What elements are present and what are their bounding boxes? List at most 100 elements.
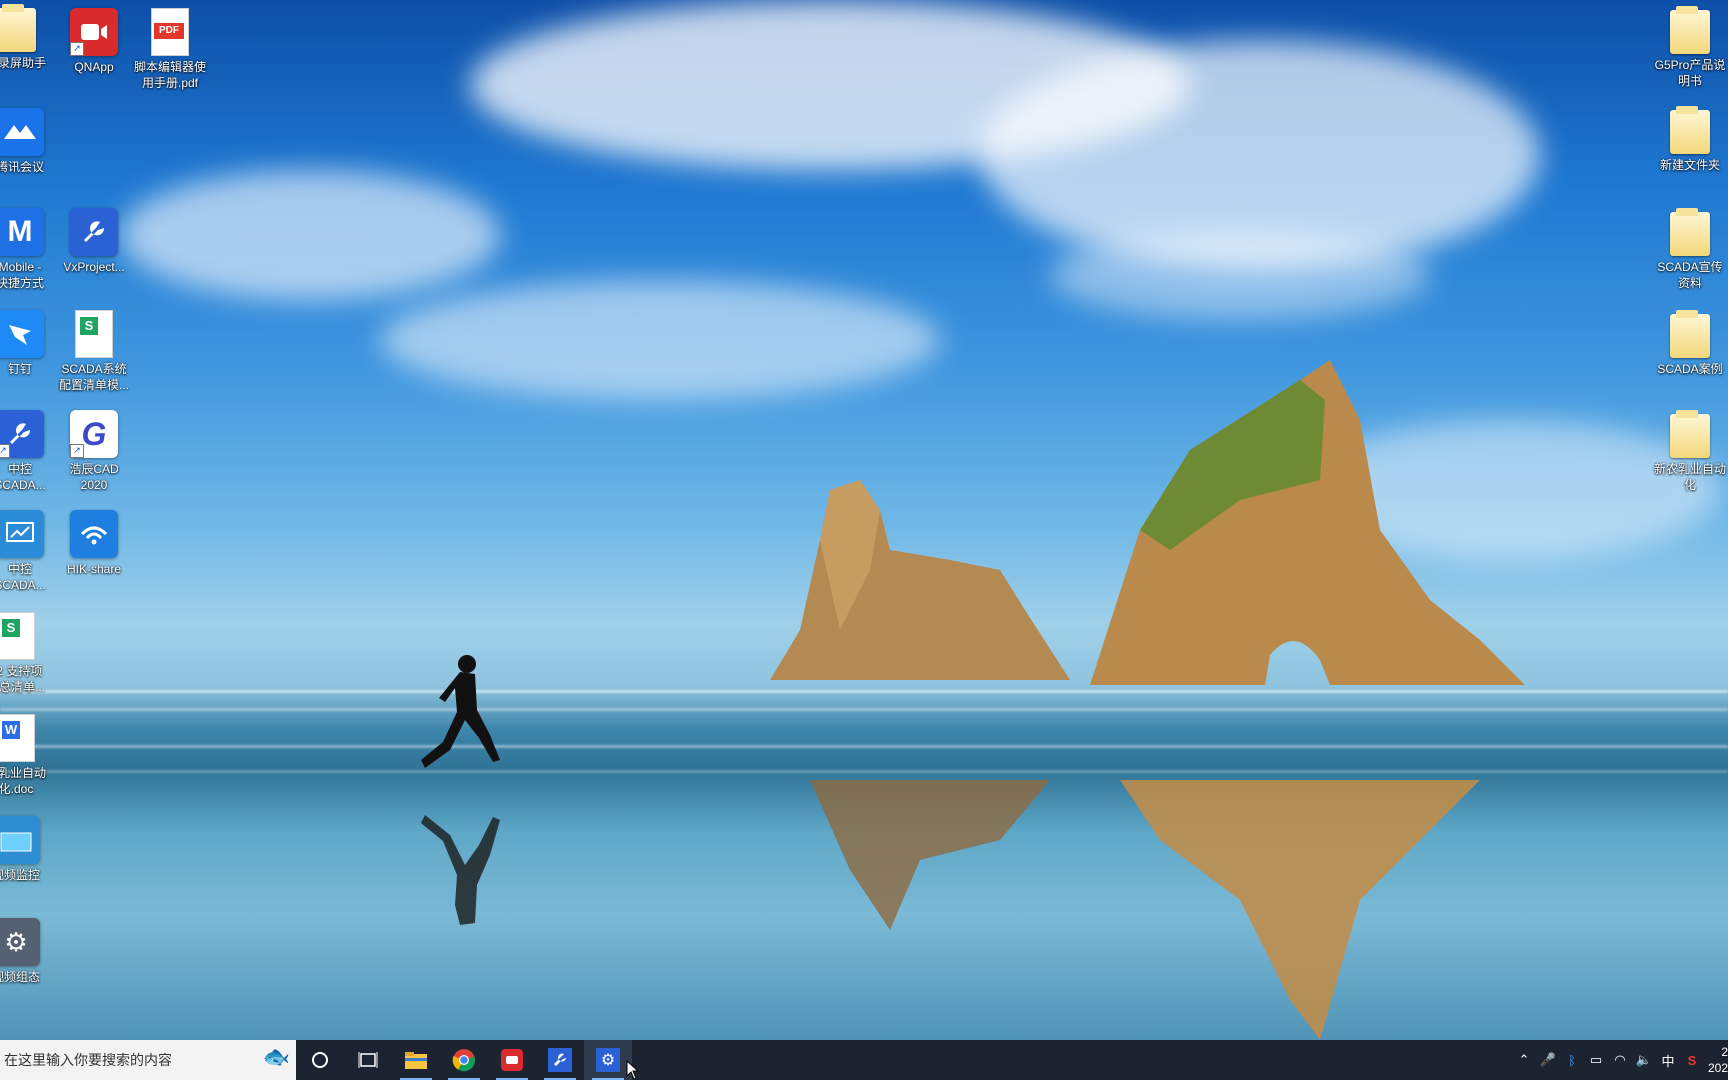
microphone-icon[interactable]: 🎤	[1536, 1052, 1560, 1068]
taskbar-clock[interactable]: 2 202	[1704, 1044, 1728, 1076]
hik-share-icon	[70, 510, 118, 558]
taskbar-vxproject[interactable]	[536, 1040, 584, 1080]
cloud	[1050, 230, 1430, 320]
wifi-icon[interactable]: ◠	[1608, 1052, 1632, 1068]
desktop-icon-video-config[interactable]: ⚙ 视频组态	[0, 918, 58, 985]
desktop-icon-tencent-meeting[interactable]: 腾讯会议	[0, 108, 62, 175]
desktop-icon-dairy-doc[interactable]: W 农乳业自动 化.doc	[0, 714, 58, 797]
wrench-app-icon: ↗	[0, 410, 44, 458]
system-tray: ⌃ 🎤 ᛒ ▭ ◠ 🔈 中 S 2 202	[1512, 1040, 1728, 1080]
icon-label: 脚本编辑器使 用手册.pdf	[133, 60, 206, 90]
wave	[0, 745, 1728, 748]
clock-time: 2	[1721, 1045, 1728, 1059]
icon-label: HIK-share	[66, 562, 122, 576]
desktop-icon-scada-config-list[interactable]: S SCADA系统 配置清单模...	[52, 310, 136, 393]
shortcut-arrow-icon: ↗	[0, 444, 10, 458]
folder-icon	[1670, 106, 1710, 154]
folder-icon	[1670, 6, 1710, 54]
taskbar-chrome[interactable]	[440, 1040, 488, 1080]
icon-label: 能录屏助手	[0, 56, 46, 70]
taskbar-search-box[interactable]: 在这里输入你要搜索的内容 🐟	[0, 1040, 296, 1080]
search-decoration-icon: 🐟	[262, 1044, 290, 1069]
gstarcad-icon: G ↗	[70, 410, 118, 458]
folder-icon	[1670, 208, 1710, 256]
chrome-icon	[452, 1049, 476, 1072]
desktop-icon-scada-promo[interactable]: SCADA宣传 资料	[1648, 208, 1728, 291]
ime-indicator[interactable]: 中	[1656, 1051, 1680, 1070]
wrench-app-icon	[70, 208, 118, 256]
clock-date: 202	[1707, 1061, 1728, 1075]
task-view-button[interactable]	[344, 1040, 392, 1080]
taskbar-recorder[interactable]	[488, 1040, 536, 1080]
battery-icon[interactable]: ▭	[1584, 1052, 1608, 1068]
desktop-icon-video-monitor[interactable]: 视频监控	[0, 816, 58, 883]
desktop-icon-scada-cases[interactable]: SCADA案例	[1648, 310, 1728, 377]
desktop-icon-new-folder[interactable]: 新建文件夹	[1648, 106, 1728, 173]
desktop-icon-support-list[interactable]: S 22 支持项 目总清单...	[0, 612, 58, 695]
icon-label: SCADA系统 配置清单模...	[58, 362, 129, 392]
desktop-icon-hik-share[interactable]: HIK-share	[52, 510, 136, 577]
rock-right-reflection	[1120, 780, 1480, 1040]
folder-icon	[1670, 310, 1710, 358]
wave	[0, 690, 1728, 693]
gear-app-icon: ⚙	[596, 1048, 620, 1072]
folder-icon	[1670, 410, 1710, 458]
rock-left-reflection	[810, 780, 1050, 930]
shortcut-arrow-icon: ↗	[70, 42, 84, 56]
wrench-app-icon	[548, 1048, 572, 1072]
volume-icon[interactable]: 🔈	[1632, 1052, 1656, 1068]
video-monitor-icon	[0, 816, 40, 864]
icon-label: 腾讯会议	[0, 160, 44, 174]
desktop-icon-vxproject[interactable]: VxProject...	[52, 208, 136, 275]
word-doc-icon: W	[0, 714, 35, 762]
bluetooth-icon[interactable]: ᛒ	[1560, 1053, 1584, 1068]
icon-label: VxProject...	[63, 260, 125, 274]
search-placeholder: 在这里输入你要搜索的内容	[4, 1052, 172, 1068]
icon-label: SCADA案例	[1657, 362, 1723, 376]
show-hidden-icons-chevron-up-icon[interactable]: ⌃	[1512, 1052, 1536, 1068]
shortcut-arrow-icon: ↗	[70, 444, 84, 458]
desktop-icon-script-editor-pdf[interactable]: PDF 脚本编辑器使 用手册.pdf	[128, 8, 212, 91]
folder-icon	[405, 1052, 427, 1069]
desktop-icon-qnapp[interactable]: ↗ QNApp	[52, 8, 136, 75]
desktop-icon-gstarcad[interactable]: G ↗ 浩辰CAD 2020	[52, 410, 136, 493]
cortana-button[interactable]	[296, 1040, 344, 1080]
tencent-meeting-icon	[0, 108, 44, 156]
desktop-icon-g5pro-manual[interactable]: G5Pro产品说 明书	[1648, 6, 1728, 89]
runner-reflection	[421, 815, 500, 925]
record-icon	[501, 1049, 523, 1071]
taskbar: 在这里输入你要搜索的内容 🐟 ⚙ ⌃ 🎤 ᛒ ▭ ◠ 🔈 中 S 2 202	[0, 1040, 1728, 1080]
icon-label: 视频组态	[0, 970, 40, 984]
desktop-wallpaper	[0, 0, 1728, 1040]
icon-label: 浩辰CAD 2020	[69, 462, 119, 492]
rock-left	[770, 480, 1070, 680]
mouse-cursor-icon	[626, 1060, 640, 1080]
folder-icon	[0, 4, 36, 52]
desktop-icon-dairy-automation[interactable]: 新农乳业自动 化	[1648, 410, 1728, 493]
task-view-icon	[358, 1052, 378, 1068]
dingtalk-icon	[0, 310, 44, 358]
icon-label: 新建文件夹	[1659, 158, 1720, 172]
icon-label: G5Pro产品说 明书	[1654, 58, 1726, 88]
rock-right	[1090, 360, 1525, 685]
spreadsheet-icon: S	[0, 612, 35, 660]
wave	[0, 708, 1728, 711]
taskbar-file-explorer[interactable]	[392, 1040, 440, 1080]
icon-label: SCADA宣传 资料	[1657, 260, 1723, 290]
icon-label: 新农乳业自动 化	[1653, 462, 1726, 492]
cloud	[380, 280, 940, 400]
desktop-icon-screen-recorder[interactable]: 能录屏助手	[0, 4, 58, 71]
icon-label: 农乳业自动 化.doc	[0, 766, 46, 796]
sogou-input-icon[interactable]: S	[1680, 1053, 1704, 1068]
video-config-icon: ⚙	[0, 918, 40, 966]
spreadsheet-icon: S	[75, 310, 113, 358]
cloud	[120, 170, 500, 300]
icon-label: 视频监控	[0, 868, 40, 882]
cortana-circle-icon	[312, 1052, 328, 1068]
runner-silhouette	[421, 655, 500, 768]
pdf-icon: PDF	[151, 8, 189, 56]
taskbar-scada-config[interactable]: ⚙	[584, 1040, 632, 1080]
scada-monitor-icon	[0, 510, 44, 558]
m-app-icon: M	[0, 208, 44, 256]
icon-label: QNApp	[74, 60, 114, 74]
